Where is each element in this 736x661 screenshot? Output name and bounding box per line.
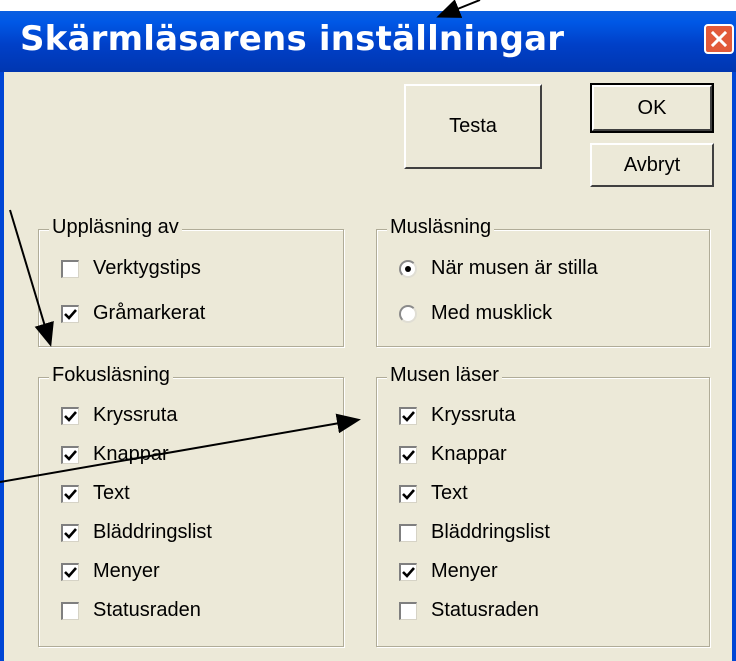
checkbox-box[interactable]: [61, 406, 79, 425]
close-button[interactable]: [704, 24, 734, 54]
checkmark-icon: [64, 449, 77, 461]
checkbox-box[interactable]: [61, 259, 79, 278]
checkbox-box[interactable]: [61, 562, 79, 581]
list-item[interactable]: Menyer: [61, 560, 160, 583]
group-musläsning: Musläsning När musen är stilla Med muskl…: [376, 216, 710, 347]
checkbox-label: Menyer: [431, 560, 498, 582]
settings-dialog: Skärmläsarens inställningar Testa OK Avb…: [0, 11, 736, 661]
checkmark-icon: [64, 410, 77, 422]
radio-nar-musen-ar-stilla[interactable]: När musen är stilla: [399, 257, 598, 280]
checkbox-box[interactable]: [399, 406, 417, 425]
checkbox-box[interactable]: [61, 445, 79, 464]
checkmark-icon: [402, 566, 415, 578]
checkbox-label: Bläddringslist: [93, 521, 212, 543]
checkbox-label: Knappar: [431, 443, 507, 465]
checkbox-label: Verktygstips: [93, 257, 201, 279]
checkbox-label: Bläddringslist: [431, 521, 550, 543]
list-item[interactable]: Knappar: [61, 443, 169, 466]
list-item[interactable]: Statusraden: [61, 599, 201, 622]
list-item[interactable]: Knappar: [399, 443, 507, 466]
cancel-button[interactable]: Avbryt: [590, 143, 714, 187]
group-uppläsning: Uppläsning av Verktygstips Gråmarkerat: [38, 216, 344, 347]
radio-dot-icon: [405, 265, 411, 272]
group-title: Musen läser: [387, 364, 502, 387]
checkbox-box[interactable]: [399, 562, 417, 581]
checkbox-box[interactable]: [399, 523, 417, 542]
radio-label: När musen är stilla: [431, 257, 598, 279]
checkbox-box[interactable]: [61, 304, 79, 323]
checkmark-icon: [64, 488, 77, 500]
list-item[interactable]: Statusraden: [399, 599, 539, 622]
title-bar[interactable]: Skärmläsarens inställningar: [0, 11, 736, 72]
group-title: Musläsning: [387, 216, 495, 239]
checkbox-label: Menyer: [93, 560, 160, 582]
checkbox-label: Knappar: [93, 443, 169, 465]
radio-label: Med musklick: [431, 302, 553, 324]
list-item[interactable]: Kryssruta: [399, 404, 515, 427]
list-item[interactable]: Menyer: [399, 560, 498, 583]
checkbox-label: Text: [431, 482, 468, 504]
test-button[interactable]: Testa: [404, 84, 542, 169]
radio-button[interactable]: [399, 304, 417, 323]
checkmark-icon: [402, 488, 415, 500]
window-border-left: [0, 72, 4, 661]
window-title: Skärmläsarens inställningar: [20, 19, 565, 59]
checkmark-icon: [64, 566, 77, 578]
checkbox-box[interactable]: [399, 484, 417, 503]
checkbox-gramarkerat[interactable]: Gråmarkerat: [61, 302, 205, 325]
checkbox-label: Text: [93, 482, 130, 504]
checkmark-icon: [64, 527, 77, 539]
checkbox-label: Statusraden: [431, 599, 539, 621]
checkbox-box[interactable]: [61, 601, 79, 620]
group-musen-laser: Musen läser Kryssruta Knappar Text Bläddrin…: [376, 364, 710, 647]
checkbox-verktygstips[interactable]: Verktygstips: [61, 257, 201, 280]
list-item[interactable]: Text: [61, 482, 130, 505]
checkbox-box[interactable]: [61, 484, 79, 503]
list-item[interactable]: Kryssruta: [61, 404, 177, 427]
checkbox-box[interactable]: [399, 601, 417, 620]
group-title: Fokusläsning: [49, 364, 173, 387]
checkbox-label: Gråmarkerat: [93, 302, 206, 324]
list-item[interactable]: Bläddringslist: [61, 521, 212, 544]
group-title: Uppläsning av: [49, 216, 182, 239]
group-fokuslasning: Fokusläsning Kryssruta Knappar Text Bläddri…: [38, 364, 344, 647]
checkmark-icon: [402, 449, 415, 461]
list-item[interactable]: Bläddringslist: [399, 521, 550, 544]
window-border-right: [732, 72, 736, 661]
checkmark-icon: [64, 308, 77, 320]
checkbox-label: Statusraden: [93, 599, 201, 621]
list-item[interactable]: Text: [399, 482, 468, 505]
checkbox-label: Kryssruta: [93, 404, 178, 426]
checkbox-label: Kryssruta: [431, 404, 516, 426]
radio-button[interactable]: [399, 259, 417, 278]
checkbox-box[interactable]: [399, 445, 417, 464]
close-icon: [710, 30, 728, 48]
radio-med-musklick[interactable]: Med musklick: [399, 302, 552, 325]
ok-button[interactable]: OK: [590, 83, 714, 133]
checkbox-box[interactable]: [61, 523, 79, 542]
checkmark-icon: [402, 410, 415, 422]
